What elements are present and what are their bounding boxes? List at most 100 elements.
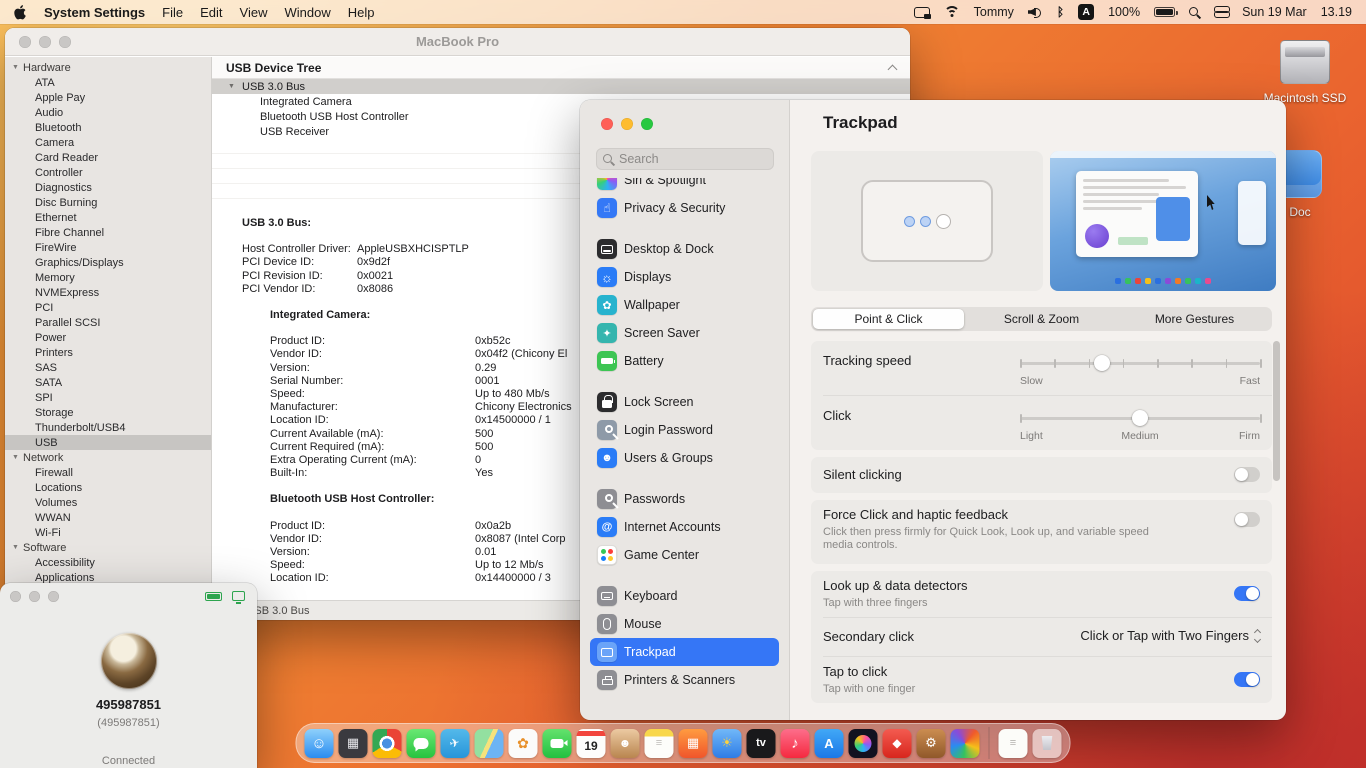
- input-source-icon[interactable]: A: [1078, 4, 1095, 20]
- silent-clicking-toggle[interactable]: [1234, 467, 1260, 482]
- si-sidebar-item[interactable]: Ethernet: [5, 210, 211, 225]
- sidebar-item-game-center[interactable]: Game Center: [590, 541, 779, 569]
- dock-icon-siri[interactable]: [848, 728, 878, 758]
- si-sidebar-item[interactable]: Graphics/Displays: [5, 255, 211, 270]
- sidebar-item-lock-screen[interactable]: Lock Screen: [590, 388, 779, 416]
- dock-icon-chrome[interactable]: [372, 728, 402, 758]
- active-app-name[interactable]: System Settings: [44, 5, 145, 20]
- zoom-button[interactable]: [641, 118, 653, 130]
- sidebar-item-displays[interactable]: ☼ Displays: [590, 263, 779, 291]
- dock-icon-calendar[interactable]: 19: [576, 728, 606, 758]
- si-sidebar-section-network[interactable]: ▼ Network: [5, 450, 211, 465]
- si-sidebar-item[interactable]: Locations: [5, 480, 211, 495]
- sidebar-item-battery[interactable]: Battery: [590, 347, 779, 375]
- dock-icon-weather[interactable]: ☀: [712, 728, 742, 758]
- screen-mirroring-icon[interactable]: [913, 6, 931, 19]
- sidebar-item-mouse[interactable]: Mouse: [590, 610, 779, 638]
- menu-bar-time[interactable]: 13.19: [1321, 5, 1352, 19]
- si-sidebar-item[interactable]: SAS: [5, 360, 211, 375]
- sidebar-item-privacy-security[interactable]: ☝ Privacy & Security: [590, 194, 779, 222]
- dock-icon-photos[interactable]: ✿: [508, 728, 538, 758]
- menu-bar-date[interactable]: Sun 19 Mar: [1242, 5, 1307, 19]
- si-sidebar-item[interactable]: Disc Burning: [5, 195, 211, 210]
- sidebar-item-wallpaper[interactable]: ✿ Wallpaper: [590, 291, 779, 319]
- si-sidebar-item[interactable]: NVMExpress: [5, 285, 211, 300]
- si-sidebar-item[interactable]: Power: [5, 330, 211, 345]
- dock-icon-app-grid[interactable]: ▦: [678, 728, 708, 758]
- si-sidebar-item[interactable]: ATA: [5, 75, 211, 90]
- dock-icon-telegram[interactable]: ✈: [440, 728, 470, 758]
- sidebar-item-keyboard[interactable]: Keyboard: [590, 582, 779, 610]
- menu-view[interactable]: View: [240, 5, 268, 20]
- spotlight-search-icon[interactable]: [1189, 6, 1200, 18]
- si-sidebar-item[interactable]: Wi-Fi: [5, 525, 211, 540]
- si-sidebar-item[interactable]: Firewall: [5, 465, 211, 480]
- minimize-button[interactable]: [621, 118, 633, 130]
- si-sidebar-item[interactable]: Controller: [5, 165, 211, 180]
- control-center-icon[interactable]: [1214, 6, 1231, 18]
- si-sidebar-item[interactable]: Bluetooth: [5, 120, 211, 135]
- si-sidebar-item[interactable]: Audio: [5, 105, 211, 120]
- si-sidebar-section-software[interactable]: ▼ Software: [5, 540, 211, 555]
- si-sidebar-item[interactable]: Volumes: [5, 495, 211, 510]
- search-input[interactable]: [619, 152, 767, 166]
- wifi-icon[interactable]: [943, 6, 960, 18]
- menu-help[interactable]: Help: [348, 5, 375, 20]
- si-sidebar-item[interactable]: SPI: [5, 390, 211, 405]
- si-sidebar-item[interactable]: Fibre Channel: [5, 225, 211, 240]
- sidebar-item-siri[interactable]: Siri & Spotlight: [590, 178, 779, 194]
- disclosure-triangle-icon[interactable]: ▼: [228, 83, 235, 90]
- apple-logo-icon[interactable]: [14, 4, 27, 20]
- tab-scroll-and-zoom[interactable]: Scroll & Zoom: [966, 309, 1117, 329]
- dock-icon-finder[interactable]: ☺: [304, 728, 334, 758]
- minimize-button[interactable]: [29, 591, 40, 602]
- desktop-icon-macintosh-ssd[interactable]: Macintosh SSD: [1263, 40, 1347, 105]
- dock-icon-colorful-app[interactable]: [950, 728, 980, 758]
- si-sidebar-item[interactable]: Printers: [5, 345, 211, 360]
- dock-icon-red-app[interactable]: ◆: [882, 728, 912, 758]
- dock-icon-tv[interactable]: tv: [746, 728, 776, 758]
- close-button[interactable]: [601, 118, 613, 130]
- si-sidebar-item[interactable]: Diagnostics: [5, 180, 211, 195]
- slider-thumb[interactable]: [1093, 355, 1110, 371]
- si-sidebar-item[interactable]: WWAN: [5, 510, 211, 525]
- sidebar-item-login-password[interactable]: Login Password: [590, 416, 779, 444]
- si-sidebar-section-hardware[interactable]: ▼ Hardware: [5, 60, 211, 75]
- si-sidebar-item[interactable]: Accessibility: [5, 555, 211, 570]
- zoom-button[interactable]: [48, 591, 59, 602]
- sidebar-item-screen-saver[interactable]: ✦ Screen Saver: [590, 319, 779, 347]
- si-sidebar-item[interactable]: Parallel SCSI: [5, 315, 211, 330]
- si-sidebar-item[interactable]: PCI: [5, 300, 211, 315]
- sidebar-item-trackpad[interactable]: Trackpad: [590, 638, 779, 666]
- volume-icon[interactable]: [1028, 6, 1043, 18]
- dock-icon-maps[interactable]: [474, 728, 504, 758]
- force-click-toggle[interactable]: [1234, 512, 1260, 527]
- tab-more-gestures[interactable]: More Gestures: [1119, 309, 1270, 329]
- dock-icon-launchpad[interactable]: ▦: [338, 728, 368, 758]
- sidebar-item-internet-accounts[interactable]: @ Internet Accounts: [590, 513, 779, 541]
- secondary-click-dropdown[interactable]: Click or Tap with Two Fingers: [1080, 628, 1262, 643]
- look-up-toggle[interactable]: [1234, 586, 1260, 601]
- si-sidebar-item[interactable]: Card Reader: [5, 150, 211, 165]
- si-sidebar-item[interactable]: Storage: [5, 405, 211, 420]
- si-sidebar-item[interactable]: Memory: [5, 270, 211, 285]
- device-tree-row-usb-bus[interactable]: ▼ USB 3.0 Bus: [212, 79, 910, 94]
- click-firmness-slider[interactable]: [1020, 410, 1262, 426]
- si-sidebar-item[interactable]: SATA: [5, 375, 211, 390]
- si-sidebar-item[interactable]: FireWire: [5, 240, 211, 255]
- dock-icon-facetime[interactable]: [542, 728, 572, 758]
- dock-icon-contacts[interactable]: ☻: [610, 728, 640, 758]
- dock-icon-messages[interactable]: [406, 728, 436, 758]
- sidebar-item-passwords[interactable]: Passwords: [590, 485, 779, 513]
- scrollbar[interactable]: [1273, 341, 1280, 481]
- dock-icon-music[interactable]: ♪: [780, 728, 810, 758]
- tracking-speed-slider[interactable]: [1020, 355, 1262, 371]
- si-sidebar-item[interactable]: Camera: [5, 135, 211, 150]
- sidebar-item-users-groups[interactable]: ☻ Users & Groups: [590, 444, 779, 472]
- battery-icon[interactable]: [1154, 7, 1178, 17]
- menu-window[interactable]: Window: [284, 5, 330, 20]
- menu-file[interactable]: File: [162, 5, 183, 20]
- sidebar-item-printers-scanners[interactable]: Printers & Scanners: [590, 666, 779, 694]
- dock-icon-app-store[interactable]: A: [814, 728, 844, 758]
- dock-icon-notes[interactable]: ≡: [644, 728, 674, 758]
